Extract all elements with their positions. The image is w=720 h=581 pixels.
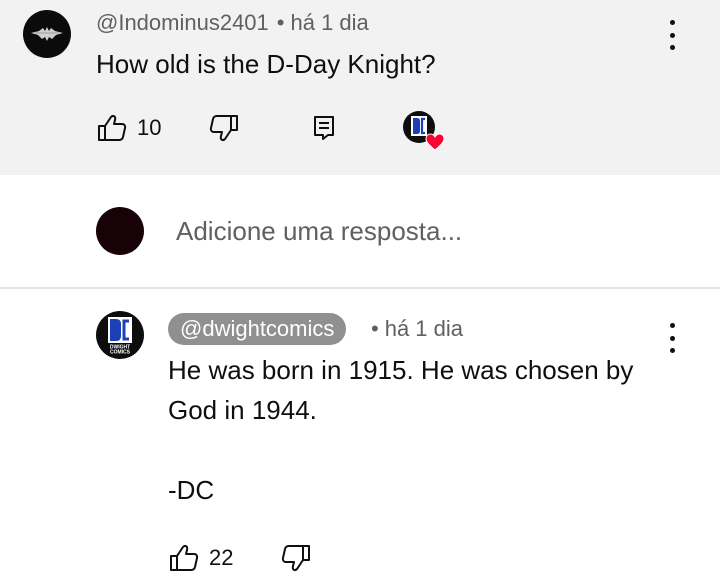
dislike-button[interactable]: [209, 114, 239, 142]
comment-text: How old is the D-Day Knight?: [96, 49, 436, 79]
reply-input[interactable]: [176, 211, 696, 251]
bat-symbol-icon: [31, 27, 63, 41]
creator-handle-chip[interactable]: @dwightcomics: [168, 313, 347, 345]
highlighted-comment: @Indominus2401 • há 1 dia How old is the D…: [0, 0, 720, 175]
kebab-dot: [669, 45, 675, 50]
reply-text-blank-line: [168, 430, 633, 470]
comment-reply-icon: [314, 116, 334, 140]
reply-button[interactable]: [313, 115, 335, 141]
reply-author-avatar[interactable]: DWIGHT COMICS: [96, 311, 144, 359]
reply-text-line: God in 1944.: [168, 395, 317, 425]
comment-meta: @Indominus2401 • há 1 dia: [96, 10, 369, 36]
reply-text: He was born in 1915. He was chosen by Go…: [168, 350, 633, 510]
reply-more-options-button[interactable]: [665, 323, 679, 353]
heart-icon: [425, 133, 445, 151]
comment-author[interactable]: @Indominus2401: [96, 10, 269, 35]
reply-meta: • há 1 dia: [371, 316, 463, 342]
reply-text-line: He was born in 1915. He was chosen by: [168, 355, 634, 385]
like-button[interactable]: 10: [97, 114, 161, 142]
kebab-dot: [669, 32, 675, 38]
logo-caption-2: COMICS: [110, 350, 131, 356]
add-reply-row: [0, 175, 720, 288]
more-options-button[interactable]: [665, 20, 679, 50]
dwight-comics-logo-icon: DWIGHT COMICS: [108, 317, 132, 356]
divider: [0, 287, 720, 289]
like-count: 10: [137, 115, 162, 140]
comment-time[interactable]: há 1 dia: [290, 10, 368, 35]
thumbs-down-icon: [281, 545, 310, 571]
thumbs-down-icon: [209, 115, 238, 141]
thumbs-up-icon: [98, 115, 127, 141]
reply-like-count: 22: [209, 545, 234, 570]
creator-heart-badge[interactable]: [403, 111, 445, 151]
author-avatar[interactable]: [23, 10, 71, 58]
reply-text-line: -DC: [168, 475, 215, 505]
meta-separator: •: [371, 316, 379, 341]
meta-separator: •: [276, 10, 285, 35]
reply-time[interactable]: há 1 dia: [385, 316, 463, 341]
kebab-dot: [669, 335, 675, 341]
kebab-dot: [669, 323, 675, 328]
thumbs-up-icon: [170, 545, 199, 571]
current-user-avatar: [96, 207, 144, 255]
reply-dislike-button[interactable]: [281, 544, 311, 572]
reply-like-button[interactable]: 22: [169, 544, 233, 572]
kebab-dot: [669, 20, 675, 25]
kebab-dot: [669, 348, 675, 353]
